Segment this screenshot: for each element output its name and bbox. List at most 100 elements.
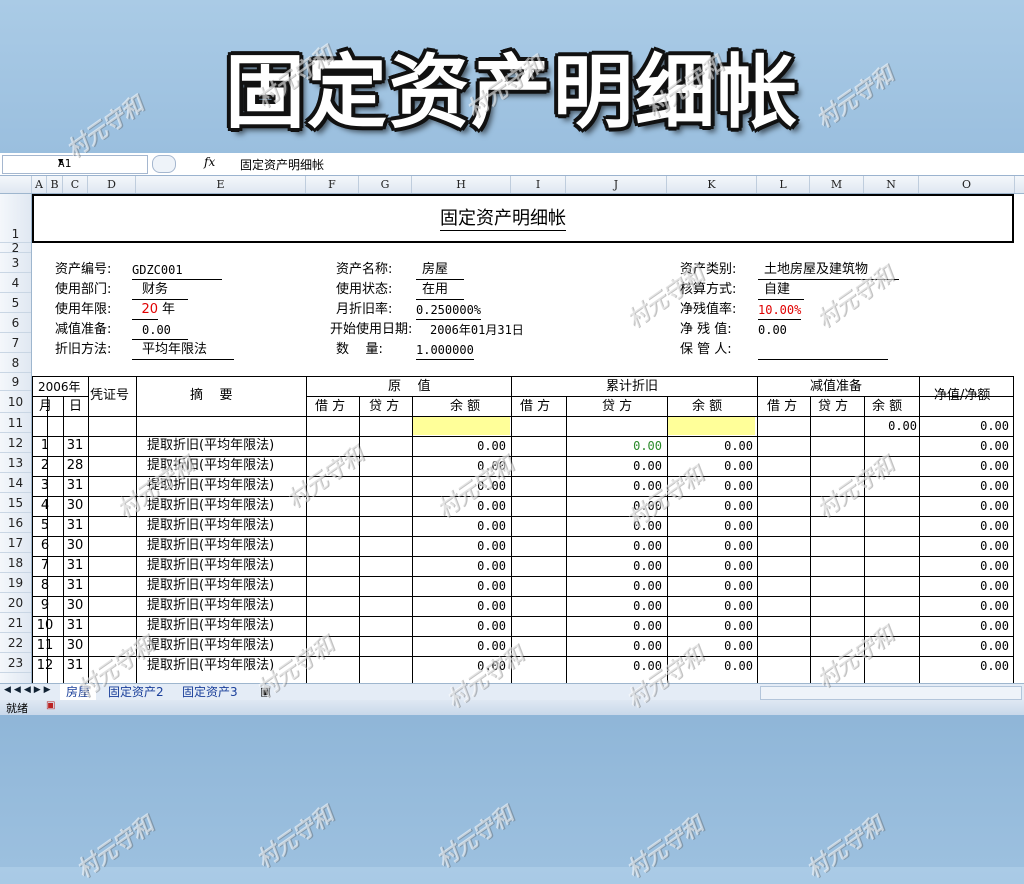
sheet-grid[interactable]: 固定资产明细帐 资产编号: GDZC001 资产名称: 房屋 资产类别: 土地房… xyxy=(32,194,1022,684)
row-header[interactable]: 23 xyxy=(0,653,31,673)
row-headers: 1 2 3 4 5 6 7 8 9 10 11 12 13 14 15 16 17 18 19 20 21 22 23 xyxy=(0,194,32,684)
column-header[interactable]: B xyxy=(47,176,63,193)
column-header[interactable]: A xyxy=(32,176,47,193)
entry-accum-credit: 0.00 xyxy=(633,619,662,633)
row-header[interactable]: 10 xyxy=(0,391,31,413)
entry-month: 11 xyxy=(36,638,54,653)
row-header[interactable]: 12 xyxy=(0,433,31,453)
entry-summary: 提取折旧(平均年限法) xyxy=(147,518,275,533)
entry-summary: 提取折旧(平均年限法) xyxy=(147,618,275,633)
tab-nav-arrows-icon[interactable]: ◀◀◀▶▶ xyxy=(4,685,54,695)
column-header[interactable]: G xyxy=(359,176,412,193)
entry-day: 31 xyxy=(66,478,84,493)
entry-summary: 提取折旧(平均年限法) xyxy=(147,458,275,473)
tab-fixed-asset-2[interactable]: 固定资产2 xyxy=(102,684,170,700)
tab-fixed-asset-3[interactable]: 固定资产3 xyxy=(176,684,244,700)
row-header[interactable]: 18 xyxy=(0,553,31,573)
sheet-title: 固定资产明细帐 xyxy=(440,208,566,231)
entry-net: 0.00 xyxy=(980,619,1009,633)
column-header[interactable]: H xyxy=(412,176,511,193)
impair-label: 减值准备: xyxy=(55,322,112,337)
horizontal-scrollbar[interactable] xyxy=(760,686,1022,700)
row-header[interactable]: 15 xyxy=(0,493,31,513)
entry-month: 2 xyxy=(40,458,50,473)
entry-orig-balance: 0.00 xyxy=(477,479,506,493)
entry-summary: 提取折旧(平均年限法) xyxy=(147,638,275,653)
entry-month: 12 xyxy=(36,658,54,673)
macro-record-icon[interactable]: ▣ xyxy=(46,700,55,711)
row-header[interactable]: 1 xyxy=(0,194,31,243)
chevron-down-icon[interactable]: ▼ xyxy=(58,157,144,167)
row-header[interactable]: 22 xyxy=(0,633,31,653)
watermark: 村元守和 xyxy=(72,812,159,884)
circle-icon xyxy=(152,155,176,173)
entry-day: 31 xyxy=(66,578,84,593)
years-label: 使用年限: xyxy=(55,302,112,317)
row-header[interactable]: 8 xyxy=(0,353,31,373)
row-header[interactable]: 17 xyxy=(0,533,31,553)
row-header[interactable]: 5 xyxy=(0,293,31,313)
watermark: 村元守和 xyxy=(252,802,339,874)
dept-value: 财务 xyxy=(132,281,188,300)
entry-accum-credit: 0.00 xyxy=(633,639,662,653)
entry-day: 30 xyxy=(66,538,84,553)
fx-icon[interactable]: fx xyxy=(204,155,215,169)
asset-name-value: 房屋 xyxy=(416,261,464,280)
entry-accum-balance: 0.00 xyxy=(724,659,753,673)
column-header[interactable]: K xyxy=(667,176,757,193)
entry-summary: 提取折旧(平均年限法) xyxy=(147,578,275,593)
tab-house[interactable]: 房屋 xyxy=(60,684,97,700)
entry-accum-credit: 0.00 xyxy=(633,499,662,513)
entry-accum-balance: 0.00 xyxy=(724,439,753,453)
column-header[interactable]: M xyxy=(810,176,864,193)
entry-accum-balance: 0.00 xyxy=(724,559,753,573)
entry-accum-balance: 0.00 xyxy=(724,499,753,513)
column-header[interactable]: D xyxy=(88,176,136,193)
select-all-corner[interactable] xyxy=(0,176,32,193)
column-headers: ABCDEFGHIJKLMNO xyxy=(0,176,1024,194)
column-header[interactable]: J xyxy=(566,176,667,193)
entry-accum-credit: 0.00 xyxy=(633,539,662,553)
row-header[interactable]: 3 xyxy=(0,253,31,273)
row-header[interactable]: 11 xyxy=(0,413,31,433)
residual-value: 10.00% xyxy=(758,301,802,320)
row-header[interactable]: 2 xyxy=(0,242,31,254)
entry-orig-balance: 0.00 xyxy=(477,659,506,673)
insert-function-button[interactable]: fx xyxy=(152,155,222,173)
entry-month: 1 xyxy=(40,438,50,453)
excel-window: A1 ▼ fx 固定资产明细帐 ABCDEFGHIJKLMNO 12345678… xyxy=(0,153,1024,715)
column-header[interactable]: I xyxy=(511,176,566,193)
row-header[interactable]: 19 xyxy=(0,573,31,593)
column-header[interactable]: C xyxy=(63,176,88,193)
entry-day: 30 xyxy=(66,638,84,653)
row-header[interactable]: 13 xyxy=(0,453,31,473)
entry-day: 28 xyxy=(66,458,84,473)
entry-orig-balance: 0.00 xyxy=(477,559,506,573)
formula-bar: A1 ▼ fx 固定资产明细帐 xyxy=(0,153,1024,176)
entry-day: 31 xyxy=(66,518,84,533)
entry-accum-credit: 0.00 xyxy=(633,559,662,573)
row-header[interactable]: 4 xyxy=(0,273,31,293)
column-header[interactable]: E xyxy=(136,176,306,193)
column-header[interactable]: L xyxy=(757,176,810,193)
row-header[interactable]: 9 xyxy=(0,373,31,391)
entry-net: 0.00 xyxy=(980,459,1009,473)
method-label: 折旧方法: xyxy=(55,342,112,357)
entry-day: 30 xyxy=(66,498,84,513)
column-header[interactable]: O xyxy=(919,176,1015,193)
row-header[interactable]: 14 xyxy=(0,473,31,493)
row-header[interactable]: 20 xyxy=(0,593,31,613)
entry-day: 31 xyxy=(66,558,84,573)
column-header[interactable]: N xyxy=(864,176,919,193)
row-header[interactable]: 7 xyxy=(0,333,31,353)
new-sheet-icon[interactable]: ▣ xyxy=(260,685,270,698)
name-box[interactable]: A1 ▼ xyxy=(2,155,148,174)
row-header[interactable]: 16 xyxy=(0,513,31,533)
formula-input[interactable]: 固定资产明细帐 xyxy=(240,156,324,173)
watermark: 村元守和 xyxy=(622,812,709,884)
column-header[interactable]: F xyxy=(306,176,359,193)
row-header[interactable]: 21 xyxy=(0,613,31,633)
row-header[interactable]: 6 xyxy=(0,313,31,333)
status-bar: 就绪 ▣ xyxy=(0,700,1024,715)
years-unit: 年 xyxy=(162,302,176,317)
